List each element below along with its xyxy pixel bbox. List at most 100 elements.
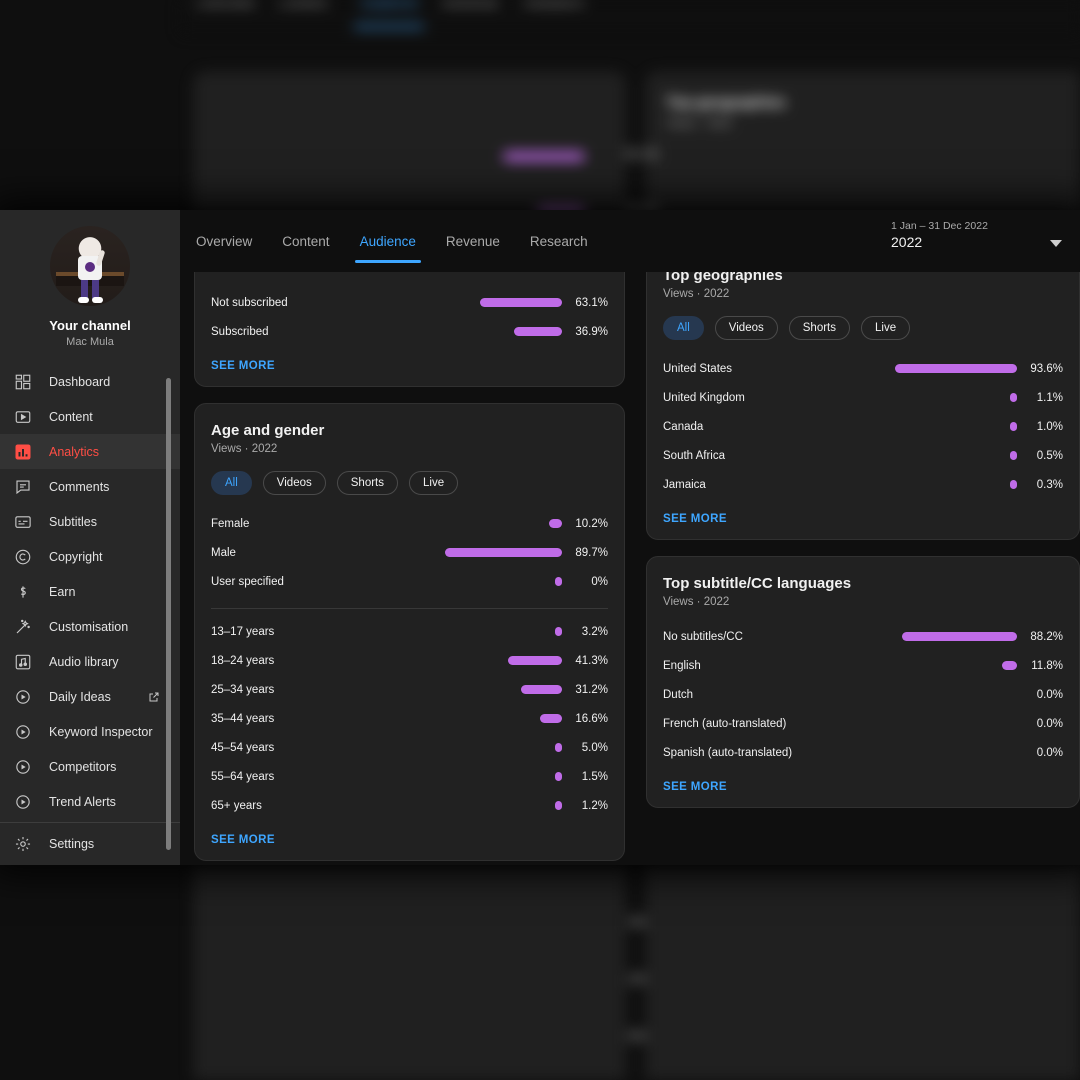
metric-bar xyxy=(1001,661,1017,670)
sidebar-item-earn[interactable]: Earn xyxy=(0,574,180,609)
sidebar-item-customisation[interactable]: Customisation xyxy=(0,609,180,644)
tab-list: Overview Content Audience Revenue Research xyxy=(196,234,588,263)
filter-chip-shorts[interactable]: Shorts xyxy=(336,471,398,495)
see-more-button[interactable]: SEE MORE xyxy=(211,360,608,372)
metric-label: Female xyxy=(211,517,250,530)
date-range-selector[interactable]: 1 Jan – 31 Dec 2022 2022 xyxy=(891,220,1066,250)
magic-wand-icon xyxy=(13,617,33,637)
sidebar-item-label: Dashboard xyxy=(49,374,111,389)
gear-icon xyxy=(13,834,33,854)
date-range-value: 2022 xyxy=(891,234,923,250)
metric-row: French (auto-translated) 0.0% xyxy=(663,709,1063,738)
chevron-down-icon[interactable] xyxy=(1050,240,1062,247)
tab-revenue[interactable]: Revenue xyxy=(446,234,500,263)
metric-row: Subscribed 36.9% xyxy=(211,317,608,346)
sidebar-item-settings[interactable]: Settings xyxy=(0,826,180,861)
metric-bar-track xyxy=(887,719,1017,728)
metric-bar xyxy=(514,327,562,336)
filter-chip-all[interactable]: All xyxy=(211,471,252,495)
metric-row: Not subscribed 63.1% xyxy=(211,288,608,317)
metric-label: 13–17 years xyxy=(211,625,275,638)
sidebar-item-dashboard[interactable]: Dashboard xyxy=(0,364,180,399)
metric-row: United Kingdom 1.1% xyxy=(663,383,1063,412)
sidebar-item-label: Daily Ideas xyxy=(49,689,111,704)
sidebar-item-label: Competitors xyxy=(49,759,117,774)
filter-chip-live[interactable]: Live xyxy=(861,316,911,340)
card-subtitle: Views · 2022 xyxy=(663,288,730,300)
screen: Overview Content Audience Revenue Research To… xyxy=(0,0,1080,1080)
sidebar-item-subtitles[interactable]: Subtitles xyxy=(0,504,180,539)
metric-value: 88.2% xyxy=(1030,630,1063,643)
filter-chip-all[interactable]: All xyxy=(663,316,704,340)
metric-bar-track xyxy=(432,714,562,723)
metric-label: 55–64 years xyxy=(211,770,275,783)
sidebar-item-label: Earn xyxy=(49,584,76,599)
metric-value: 3.2% xyxy=(581,625,608,638)
metric-bar-track xyxy=(887,364,1017,373)
metric-value: 16.6% xyxy=(575,712,608,725)
metric-bar-track xyxy=(432,627,562,636)
sidebar: Your channel Mac Mula Dashboard Content An… xyxy=(0,210,180,865)
metric-bar-track xyxy=(432,772,562,781)
metric-row: 13–17 years 3.2% xyxy=(211,617,608,646)
sidebar-item-label: Copyright xyxy=(49,549,103,564)
metric-row: 65+ years 1.2% xyxy=(211,791,608,820)
metric-label: Spanish (auto-translated) xyxy=(663,746,793,759)
sidebar-item-label: Keyword Inspector xyxy=(49,724,153,739)
sidebar-item-label: Settings xyxy=(49,836,95,851)
tab-audience[interactable]: Audience xyxy=(354,234,422,263)
play-circle-icon xyxy=(13,687,33,707)
tab-research[interactable]: Research xyxy=(530,234,588,263)
card-title: Top subtitle/CC languages xyxy=(663,575,852,592)
see-more-button[interactable]: SEE MORE xyxy=(211,834,608,846)
metric-value: 1.2% xyxy=(581,799,608,812)
sidebar-item-competitors[interactable]: Competitors xyxy=(0,749,180,784)
dollar-icon xyxy=(13,582,33,602)
sidebar-item-comments[interactable]: Comments xyxy=(0,469,180,504)
filter-chip-videos[interactable]: Videos xyxy=(262,471,326,495)
channel-avatar[interactable] xyxy=(50,226,130,306)
metric-value: 1.1% xyxy=(1036,391,1063,404)
metric-label: 35–44 years xyxy=(211,712,275,725)
metric-row: 35–44 years 16.6% xyxy=(211,704,608,733)
sidebar-nav: Dashboard Content Analytics Comments Subtitl… xyxy=(0,364,180,819)
see-more-button[interactable]: SEE MORE xyxy=(663,781,1063,793)
sidebar-profile[interactable]: Your channel Mac Mula xyxy=(0,210,180,348)
see-more-button[interactable]: SEE MORE xyxy=(663,513,1063,525)
sidebar-item-content[interactable]: Content xyxy=(0,399,180,434)
sidebar-item-copyright[interactable]: Copyright xyxy=(0,539,180,574)
sidebar-scrollbar[interactable] xyxy=(166,378,171,850)
external-link-icon xyxy=(148,691,160,703)
metric-row: User specified 0% xyxy=(211,567,608,596)
play-circle-icon xyxy=(13,757,33,777)
metric-label: French (auto-translated) xyxy=(663,717,787,730)
dashboard-icon xyxy=(13,372,33,392)
metric-bar-track xyxy=(887,422,1017,431)
sidebar-item-daily-ideas[interactable]: Daily Ideas xyxy=(0,679,180,714)
cards-columns: Watch time from subscribers Watch time ·… xyxy=(180,222,1080,865)
metric-row: Spanish (auto-translated) 0.0% xyxy=(663,738,1063,767)
metric-bar-track xyxy=(887,393,1017,402)
channel-label: Your channel xyxy=(49,318,131,333)
sidebar-item-audio-library[interactable]: Audio library xyxy=(0,644,180,679)
metric-bar-track xyxy=(887,748,1017,757)
sidebar-item-label: Subtitles xyxy=(49,514,97,529)
sidebar-item-analytics[interactable]: Analytics xyxy=(0,434,180,469)
tab-content[interactable]: Content xyxy=(282,234,329,263)
sidebar-item-label: Customisation xyxy=(49,619,129,634)
filter-chip-shorts[interactable]: Shorts xyxy=(788,316,850,340)
metric-bar xyxy=(1010,422,1017,431)
metric-label: Not subscribed xyxy=(211,296,288,309)
metric-value: 31.2% xyxy=(575,683,608,696)
section-divider xyxy=(211,608,608,609)
analytics-bar-icon xyxy=(13,442,33,462)
sidebar-item-send-feedback[interactable]: Send feedback xyxy=(0,861,180,865)
tab-overview[interactable]: Overview xyxy=(196,234,252,263)
sidebar-item-keyword-inspector[interactable]: Keyword Inspector xyxy=(0,714,180,749)
card-top-subtitle-languages: Top subtitle/CC languages Views · 2022 N… xyxy=(646,556,1080,808)
filter-chip-live[interactable]: Live xyxy=(409,471,459,495)
metric-value: 63.1% xyxy=(575,296,608,309)
filter-chip-group: All Videos Shorts Live xyxy=(211,471,608,495)
filter-chip-videos[interactable]: Videos xyxy=(714,316,778,340)
sidebar-item-trend-alerts[interactable]: Trend Alerts xyxy=(0,784,180,819)
